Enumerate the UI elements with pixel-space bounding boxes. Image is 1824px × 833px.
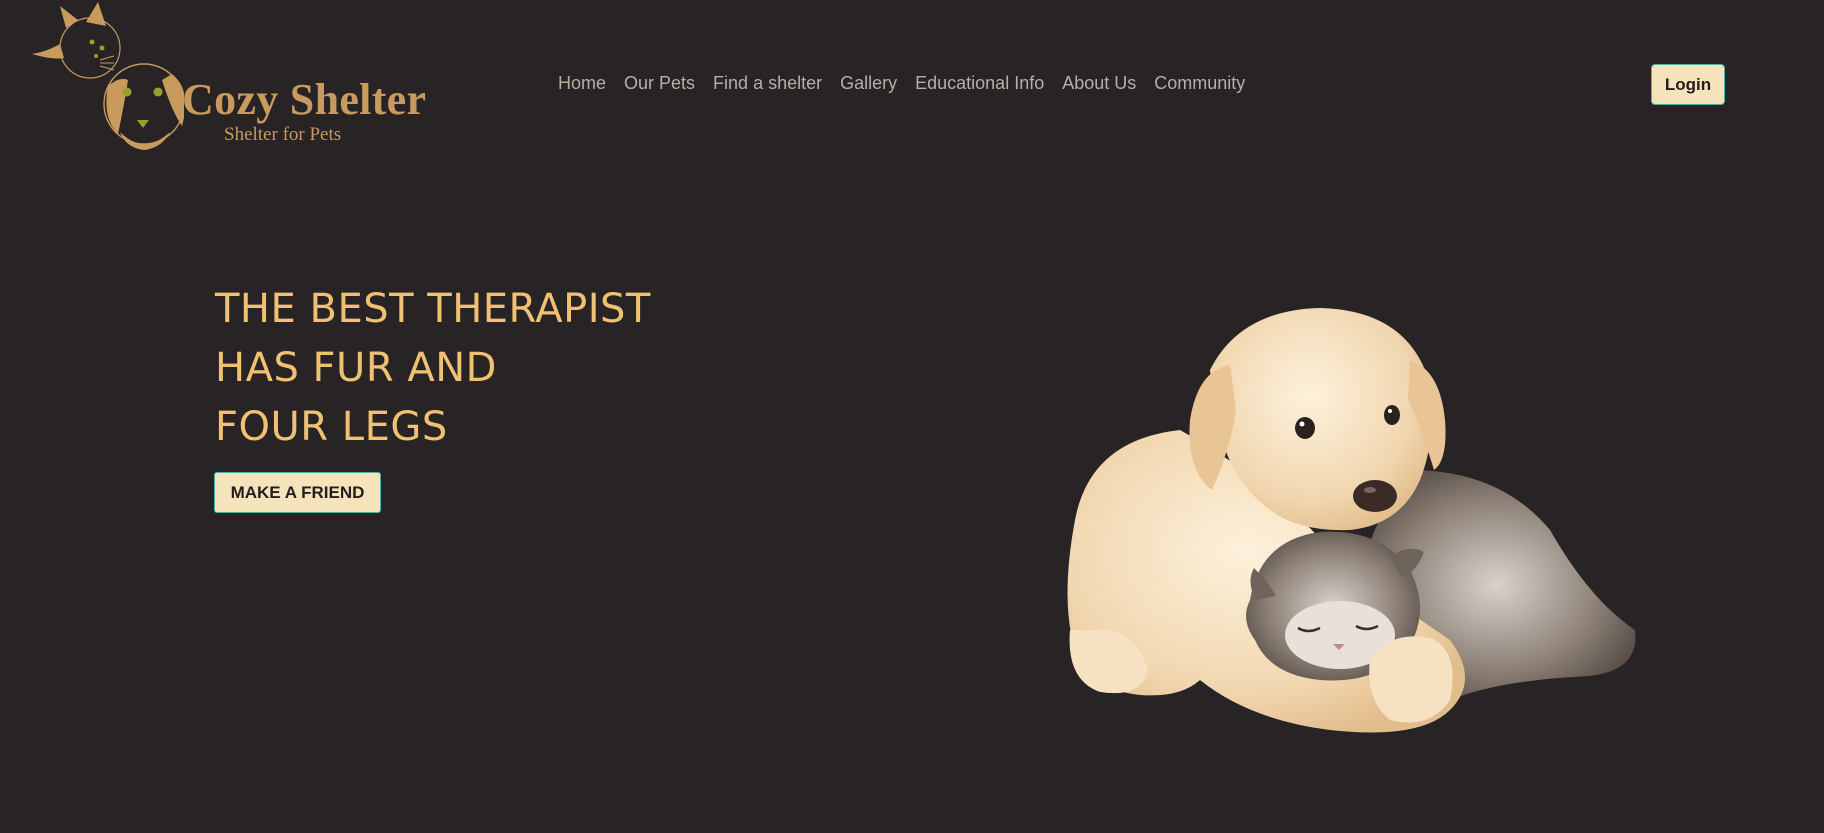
nav-item-home[interactable]: Home	[558, 73, 606, 94]
dog-cat-logo-icon	[32, 2, 184, 150]
nav-item-our-pets[interactable]: Our Pets	[624, 73, 695, 94]
hero-title-line-2: HAS FUR AND	[215, 345, 497, 391]
make-a-friend-button[interactable]: MAKE A FRIEND	[214, 472, 381, 513]
hero-title-line-3: FOUR LEGS	[215, 404, 448, 450]
puppy-and-kitten-image	[1067, 308, 1636, 733]
nav-item-gallery[interactable]: Gallery	[840, 73, 897, 94]
nav-item-find-a-shelter[interactable]: Find a shelter	[713, 73, 822, 94]
brand-tagline: Shelter for Pets	[224, 124, 342, 145]
hero-title-line-1: THE BEST THERAPIST	[215, 286, 651, 332]
nav-item-about-us[interactable]: About Us	[1062, 73, 1136, 94]
brand-name: Cozy Shelter	[182, 75, 427, 124]
nav-item-educational-info[interactable]: Educational Info	[915, 73, 1044, 94]
page: Cozy Shelter Shelter for Pets Home Our P…	[0, 0, 1824, 833]
brand-logo[interactable]: Cozy Shelter Shelter for Pets	[24, 0, 444, 150]
hero-title: THE BEST THERAPIST HAS FUR AND FOUR LEGS	[215, 280, 651, 457]
login-button[interactable]: Login	[1651, 64, 1725, 105]
nav-item-community[interactable]: Community	[1154, 73, 1245, 94]
main-nav: Home Our Pets Find a shelter Gallery Edu…	[558, 73, 1263, 94]
